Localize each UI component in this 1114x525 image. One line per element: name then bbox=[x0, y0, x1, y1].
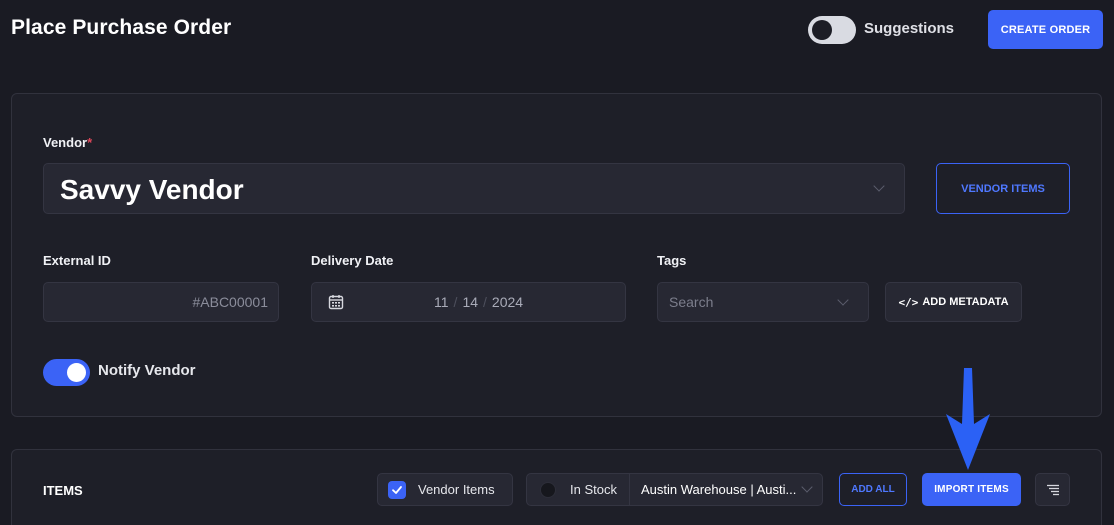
add-metadata-label: ADD METADATA bbox=[922, 296, 1009, 308]
vendor-items-button[interactable]: VENDOR ITEMS bbox=[936, 163, 1070, 214]
add-all-button[interactable]: ADD ALL bbox=[839, 473, 907, 506]
delivery-date-label: Delivery Date bbox=[311, 253, 394, 268]
notify-vendor-toggle[interactable] bbox=[43, 359, 90, 386]
items-card: ITEMS Vendor Items In Stock Austin Wareh… bbox=[11, 449, 1102, 525]
filter-button[interactable] bbox=[1035, 473, 1070, 506]
vendor-select[interactable]: Savvy Vendor bbox=[43, 163, 905, 214]
filter-list-icon bbox=[1046, 484, 1059, 495]
in-stock-label: In Stock bbox=[570, 482, 617, 497]
page: Place Purchase Order Suggestions CREATE … bbox=[0, 0, 1114, 525]
delivery-date-field[interactable]: 11 / 14 / 2024 bbox=[311, 282, 626, 322]
notify-vendor-label: Notify Vendor bbox=[98, 362, 196, 379]
in-stock-radio[interactable] bbox=[540, 481, 556, 498]
code-icon: </> bbox=[898, 295, 919, 309]
order-details-card: Vendor* Savvy Vendor VENDOR ITEMS Extern… bbox=[11, 93, 1102, 417]
toggle-knob bbox=[812, 20, 832, 40]
tags-placeholder: Search bbox=[669, 294, 714, 310]
date-separator: / bbox=[483, 294, 487, 310]
required-mark: * bbox=[87, 135, 93, 150]
vendor-items-checkbox[interactable] bbox=[388, 480, 406, 499]
arrow-down-annotation bbox=[946, 368, 990, 470]
chevron-down-icon bbox=[801, 481, 813, 493]
toggle-knob bbox=[67, 363, 86, 382]
external-id-label: External ID bbox=[43, 253, 111, 268]
vendor-label: Vendor* bbox=[43, 135, 92, 150]
in-stock-filter: In Stock Austin Warehouse | Austi... bbox=[526, 473, 823, 506]
date-value: 11 / 14 / 2024 bbox=[434, 294, 523, 310]
divider bbox=[629, 474, 630, 505]
calendar-icon[interactable] bbox=[328, 294, 344, 310]
items-title: ITEMS bbox=[43, 483, 83, 498]
vendor-items-filter-label: Vendor Items bbox=[418, 482, 495, 497]
check-icon bbox=[392, 485, 402, 494]
vendor-selected-value: Savvy Vendor bbox=[60, 174, 244, 205]
tags-label: Tags bbox=[657, 253, 687, 268]
vendor-items-filter[interactable]: Vendor Items bbox=[377, 473, 513, 506]
import-items-button[interactable]: IMPORT ITEMS bbox=[922, 473, 1021, 506]
suggestions-toggle[interactable] bbox=[808, 16, 856, 44]
add-metadata-button[interactable]: </> ADD METADATA bbox=[885, 282, 1022, 322]
date-day[interactable]: 14 bbox=[462, 294, 478, 310]
vendor-label-text: Vendor bbox=[43, 135, 88, 150]
chevron-down-icon bbox=[873, 180, 885, 192]
date-year[interactable]: 2024 bbox=[492, 294, 523, 310]
warehouse-select[interactable]: Austin Warehouse | Austi... bbox=[641, 482, 796, 497]
suggestions-label: Suggestions bbox=[864, 20, 955, 37]
date-month[interactable]: 11 bbox=[434, 294, 449, 310]
external-id-field-wrapper bbox=[43, 282, 279, 322]
date-separator: / bbox=[453, 294, 458, 310]
external-id-field[interactable] bbox=[44, 283, 278, 321]
tags-select[interactable]: Search bbox=[657, 282, 869, 322]
chevron-down-icon bbox=[837, 294, 849, 306]
create-order-button[interactable]: CREATE ORDER bbox=[988, 10, 1103, 49]
page-title: Place Purchase Order bbox=[11, 16, 232, 39]
